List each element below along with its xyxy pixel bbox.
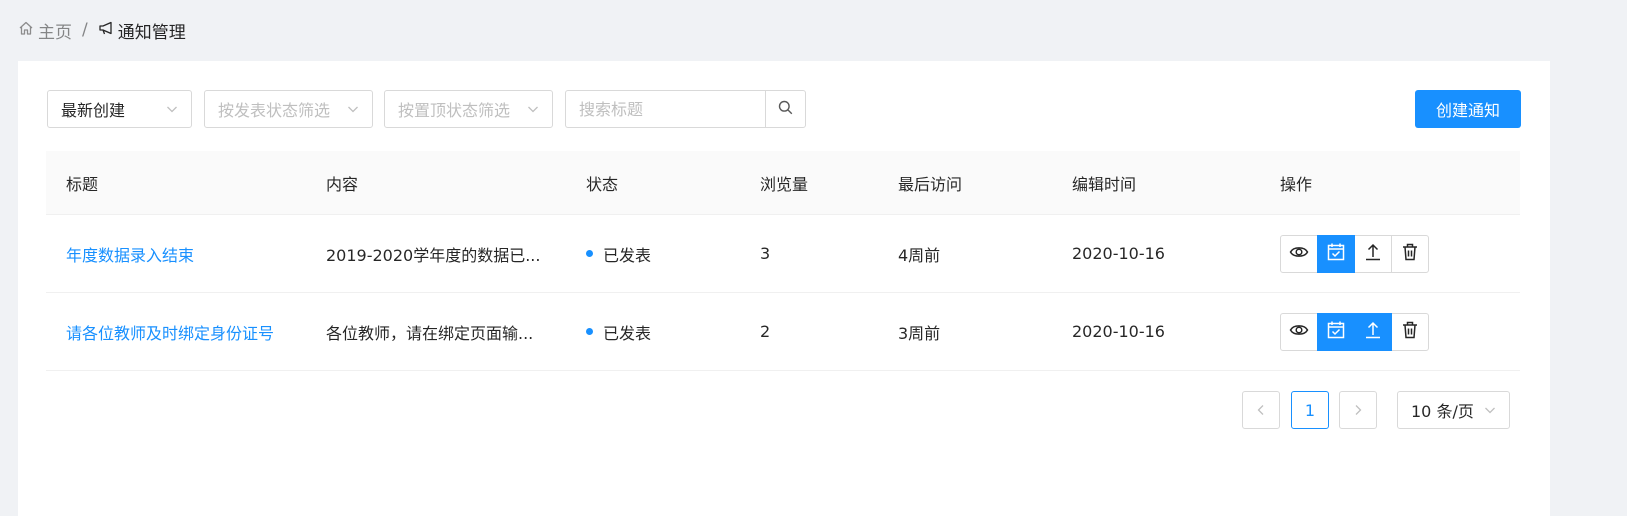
chevron-right-icon: [1352, 401, 1364, 420]
publish-status-filter[interactable]: 按发表状态筛选: [204, 90, 373, 128]
row-actions: [1280, 293, 1429, 370]
order-select[interactable]: 最新创建: [47, 90, 192, 128]
column-header-content[interactable]: 内容: [326, 151, 358, 214]
table-header: 标题 内容 状态 浏览量 最后访问 编辑时间 操作: [46, 151, 1520, 215]
chevron-down-icon: [166, 100, 178, 119]
view-button[interactable]: [1280, 312, 1318, 351]
notice-title-link[interactable]: 请各位教师及时绑定身份证号: [66, 293, 274, 370]
order-select-value: 最新创建: [61, 101, 126, 120]
publish-button[interactable]: [1354, 234, 1392, 273]
pin-status-filter[interactable]: 按置顶状态筛选: [384, 90, 553, 128]
notice-content: 各位教师，请在绑定页面输...: [326, 323, 534, 343]
search-box: [565, 90, 806, 128]
table-row: 年度数据录入结束 2019-2020学年度的数据已... 已发表 3 4周前 2…: [46, 215, 1520, 293]
chevron-left-icon: [1255, 401, 1267, 420]
pin-button[interactable]: [1317, 234, 1355, 273]
last-visit: 3周前: [898, 323, 941, 343]
calendar-check-icon: [1326, 320, 1346, 344]
breadcrumb-current: 通知管理: [98, 18, 186, 43]
notice-content: 2019-2020学年度的数据已...: [326, 245, 541, 265]
search-button[interactable]: [765, 90, 806, 128]
calendar-check-icon: [1326, 242, 1346, 266]
delete-button[interactable]: [1391, 312, 1429, 351]
notice-card: 最新创建 按发表状态筛选 按置顶状态筛选 创建通知: [18, 61, 1550, 516]
column-header-status[interactable]: 状态: [586, 151, 618, 214]
chevron-down-icon: [1484, 401, 1496, 420]
page-size-select[interactable]: 10 条/页: [1397, 391, 1510, 429]
chevron-down-icon: [347, 100, 359, 119]
column-header-last-visit[interactable]: 最后访问: [898, 151, 962, 214]
chevron-down-icon: [527, 100, 539, 119]
column-header-title[interactable]: 标题: [66, 151, 98, 214]
pagination-page-1[interactable]: 1: [1291, 391, 1329, 429]
upload-icon: [1363, 320, 1383, 344]
pin-status-filter-placeholder: 按置顶状态筛选: [398, 101, 511, 120]
status-badge: 已发表: [586, 215, 651, 292]
publish-button[interactable]: [1354, 312, 1392, 351]
notice-title-link[interactable]: 年度数据录入结束: [66, 215, 194, 292]
delete-button[interactable]: [1391, 234, 1429, 273]
eye-icon: [1289, 242, 1309, 266]
eye-icon: [1289, 320, 1309, 344]
breadcrumb-home[interactable]: 主页: [18, 18, 72, 43]
status-badge: 已发表: [586, 293, 651, 370]
trash-icon: [1400, 320, 1420, 344]
toolbar: 最新创建 按发表状态筛选 按置顶状态筛选 创建通知: [47, 90, 1521, 128]
status-dot: [586, 328, 593, 335]
status-text: 已发表: [603, 245, 652, 265]
view-count: 3: [760, 244, 771, 263]
edit-time: 2020-10-16: [1072, 244, 1165, 263]
column-header-views[interactable]: 浏览量: [760, 151, 808, 214]
home-icon: [18, 20, 38, 41]
status-dot: [586, 250, 593, 257]
breadcrumb: 主页 / 通知管理: [18, 17, 186, 43]
column-header-actions: 操作: [1280, 174, 1313, 194]
search-input[interactable]: [565, 90, 765, 128]
notice-table: 标题 内容 状态 浏览量 最后访问 编辑时间 操作 年度数据录入结束 2019-…: [46, 151, 1520, 371]
megaphone-icon: [98, 20, 118, 41]
search-icon: [778, 100, 793, 119]
column-header-edit-time[interactable]: 编辑时间: [1072, 151, 1136, 214]
breadcrumb-current-label: 通知管理: [117, 22, 186, 43]
view-button[interactable]: [1280, 234, 1318, 273]
status-text: 已发表: [603, 323, 652, 343]
breadcrumb-home-label: 主页: [38, 22, 72, 43]
pagination-prev-button[interactable]: [1242, 391, 1280, 429]
row-actions: [1280, 215, 1429, 292]
pagination: 1 10 条/页: [18, 391, 1550, 431]
trash-icon: [1400, 242, 1420, 266]
pagination-next-button[interactable]: [1339, 391, 1377, 429]
pin-button[interactable]: [1317, 312, 1355, 351]
table-row: 请各位教师及时绑定身份证号 各位教师，请在绑定页面输... 已发表 2 3周前 …: [46, 293, 1520, 371]
view-count: 2: [760, 322, 771, 341]
upload-icon: [1363, 242, 1383, 266]
edit-time: 2020-10-16: [1072, 322, 1165, 341]
breadcrumb-separator: /: [82, 20, 88, 40]
page-size-value: 10 条/页: [1411, 402, 1474, 421]
create-notice-button[interactable]: 创建通知: [1415, 90, 1521, 128]
last-visit: 4周前: [898, 245, 941, 265]
publish-status-filter-placeholder: 按发表状态筛选: [218, 101, 331, 120]
